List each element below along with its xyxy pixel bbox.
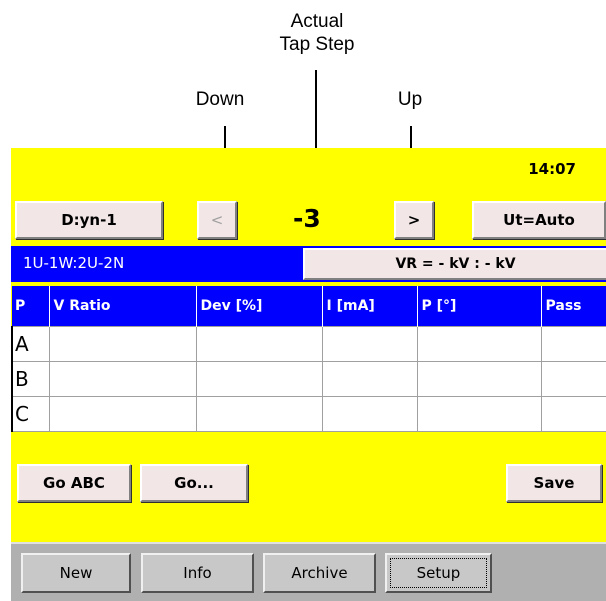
tab-new[interactable]: New <box>21 553 131 593</box>
wiring-bar: 1U-1W:2U-2N VR = - kV : - kV <box>11 246 606 282</box>
phase-cell: A <box>11 326 50 362</box>
column-header-pass: Pass <box>540 286 606 327</box>
table-row[interactable]: A <box>11 326 606 362</box>
pass-cell <box>540 396 606 432</box>
v-ratio-cell <box>48 361 197 397</box>
go-button[interactable]: Go... <box>140 464 248 502</box>
phase-cell: C <box>11 396 50 432</box>
column-header-phase-angle: P [°] <box>416 286 541 327</box>
tap-down-button[interactable]: < <box>197 201 237 239</box>
tap-step-value: -3 <box>293 204 321 233</box>
phase-angle-cell <box>416 361 542 397</box>
vector-group-button[interactable]: D:yn-1 <box>15 201 163 239</box>
table-row[interactable]: C <box>11 396 606 432</box>
annotation-actual-line1: Actual <box>290 11 344 32</box>
tab-info[interactable]: Info <box>141 553 254 593</box>
current-cell <box>321 326 418 362</box>
current-cell <box>321 396 418 432</box>
annotation-up: Up <box>397 89 423 110</box>
table-row[interactable]: B <box>11 361 606 397</box>
v-ratio-cell <box>48 396 197 432</box>
table-header-row: P V Ratio Dev [%] I [mA] P [°] Pass <box>12 286 606 327</box>
annotation-down: Down <box>195 89 245 110</box>
pass-cell <box>540 361 606 397</box>
phase-angle-cell <box>416 326 542 362</box>
column-header-v-ratio: V Ratio <box>48 286 196 327</box>
phase-cell: B <box>11 361 50 397</box>
go-abc-button[interactable]: Go ABC <box>17 464 131 502</box>
annotation-actual-line2: Tap Step <box>279 34 355 55</box>
vr-field[interactable]: VR = - kV : - kV <box>303 248 606 280</box>
clock: 14:07 <box>528 160 576 178</box>
voltage-mode-button[interactable]: Ut=Auto <box>472 201 606 239</box>
tap-up-button[interactable]: > <box>394 201 434 239</box>
save-button[interactable]: Save <box>506 464 602 502</box>
deviation-cell <box>195 361 323 397</box>
wiring-label: 1U-1W:2U-2N <box>23 254 125 272</box>
annotation-actual-tap-step: Actual Tap Step <box>262 10 372 56</box>
device-screen: 14:07 D:yn-1 < -3 > Ut=Auto 1U-1W:2U-2N … <box>11 148 606 601</box>
column-header-deviation: Dev [%] <box>195 286 322 327</box>
phase-angle-cell <box>416 396 542 432</box>
pass-cell <box>540 326 606 362</box>
results-table: P V Ratio Dev [%] I [mA] P [°] Pass A B <box>11 286 606 432</box>
tab-setup[interactable]: Setup <box>385 553 492 593</box>
column-header-current: I [mA] <box>321 286 417 327</box>
deviation-cell <box>195 396 323 432</box>
taskbar: New Info Archive Setup <box>11 542 606 601</box>
current-cell <box>321 361 418 397</box>
v-ratio-cell <box>48 326 197 362</box>
tab-archive[interactable]: Archive <box>263 553 376 593</box>
column-header-phase: P <box>12 286 49 327</box>
deviation-cell <box>195 326 323 362</box>
